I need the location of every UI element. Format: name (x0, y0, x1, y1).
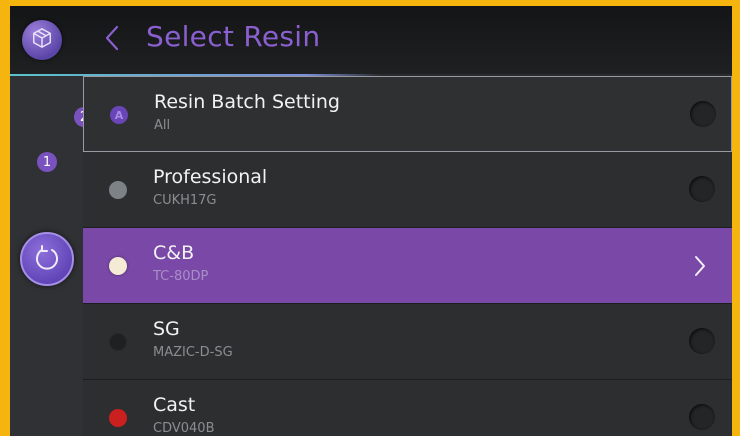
resin-code: TC-80DP (153, 269, 209, 284)
resin-color-dot: A (110, 106, 128, 124)
resin-name: Resin Batch Setting (154, 91, 340, 113)
chevron-left-icon (104, 24, 120, 56)
page-title: Select Resin (146, 20, 321, 53)
resin-item-professional[interactable]: Professional CUKH17G (83, 152, 732, 228)
resin-name: Cast (153, 394, 196, 416)
device-screen: Select Resin 2 1 A Resin Batch Setting A… (10, 6, 732, 436)
resin-item-batch-setting[interactable]: A Resin Batch Setting All (83, 76, 732, 152)
resin-color-dot (109, 257, 127, 275)
chevron-right-icon[interactable] (693, 252, 713, 280)
resin-code: CDV040B (153, 421, 215, 436)
step-badge-1: 1 (37, 152, 57, 172)
left-rail: 2 1 (10, 76, 94, 436)
radio-button[interactable] (690, 101, 716, 127)
radio-button[interactable] (689, 176, 715, 202)
radio-button[interactable] (689, 328, 715, 354)
home-button[interactable] (22, 20, 62, 60)
resin-item-cb[interactable]: C&B TC-80DP (83, 228, 732, 304)
resin-code: CUKH17G (153, 193, 217, 208)
resin-name: SG (153, 318, 180, 340)
resin-code: All (154, 118, 171, 133)
dot-letter: A (114, 108, 124, 122)
resin-color-dot (109, 333, 127, 351)
header-bar: Select Resin (10, 6, 732, 74)
resin-name: Professional (153, 166, 268, 188)
reset-button[interactable] (20, 232, 74, 286)
radio-button[interactable] (689, 404, 715, 430)
resin-list: A Resin Batch Setting All Professional C… (83, 76, 732, 436)
resin-name: C&B (153, 242, 195, 264)
resin-code: MAZIC-D-SG (153, 345, 233, 360)
resin-item-cast[interactable]: Cast CDV040B (83, 380, 732, 436)
resin-color-dot (109, 409, 127, 427)
undo-rotate-icon (32, 242, 62, 276)
back-button[interactable] (104, 22, 128, 58)
cube-icon (31, 27, 53, 53)
resin-color-dot (109, 181, 127, 199)
resin-item-sg[interactable]: SG MAZIC-D-SG (83, 304, 732, 380)
